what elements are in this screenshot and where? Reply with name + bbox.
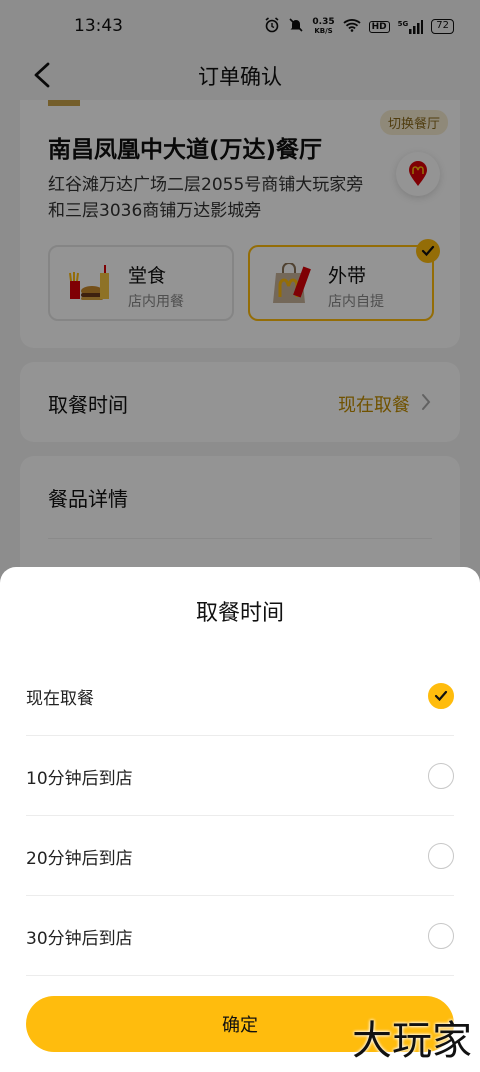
sheet-title: 取餐时间 (195, 601, 284, 626)
pickup-option-10min[interactable]: 10分钟后到店 (26, 736, 454, 816)
option-label: 现在取餐 (26, 689, 94, 709)
pickup-time-sheet: 取餐时间 现在取餐 10分钟后到店 20分钟后到店 30分钟后到店 确定 (0, 567, 480, 1072)
watermark: 大玩家 (352, 1018, 472, 1064)
radio-checked-icon[interactable] (428, 683, 454, 709)
pickup-option-20min[interactable]: 20分钟后到店 (26, 816, 454, 896)
option-label: 20分钟后到店 (26, 849, 133, 869)
option-label: 10分钟后到店 (26, 769, 133, 789)
radio-unchecked-icon[interactable] (428, 923, 454, 949)
option-label: 30分钟后到店 (26, 929, 133, 949)
radio-unchecked-icon[interactable] (428, 843, 454, 869)
pickup-option-30min[interactable]: 30分钟后到店 (26, 896, 454, 976)
pickup-option-now[interactable]: 现在取餐 (26, 656, 454, 736)
radio-unchecked-icon[interactable] (428, 763, 454, 789)
